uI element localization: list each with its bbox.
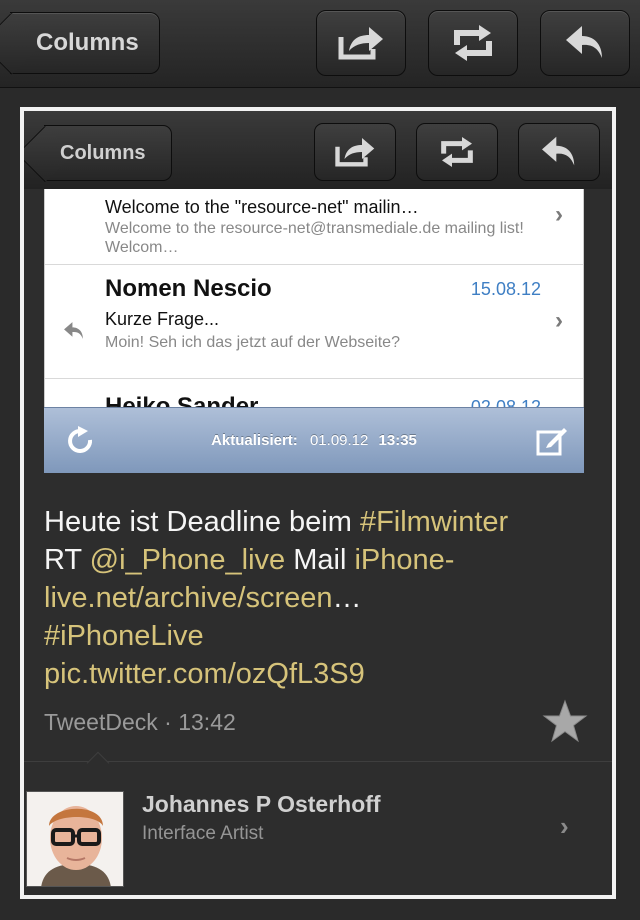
section-divider: [24, 761, 612, 762]
embedded-columns-label: Columns: [60, 141, 146, 164]
hashtag-link[interactable]: #iPhoneLive: [44, 620, 204, 652]
refresh-label: Aktualisiert:: [211, 432, 298, 449]
retweet-icon: [454, 25, 492, 61]
embedded-navigation-bar: Columns: [24, 111, 612, 189]
mail-list-item: Welcome to the "resource-net" mailin… We…: [45, 189, 583, 265]
reply-icon: [542, 136, 575, 166]
chevron-right-icon: ›: [560, 811, 569, 841]
refresh-status: Aktualisiert: 01.09.12 13:35: [44, 432, 584, 449]
chevron-right-icon: ›: [555, 307, 563, 334]
star-icon: [542, 699, 588, 743]
tweet-meta: TweetDeck · 13:42: [44, 709, 236, 736]
tweet-text-segment: RT: [44, 544, 90, 576]
embedded-columns-button: Columns: [44, 125, 172, 181]
columns-back-button[interactable]: Columns: [10, 12, 160, 74]
tweet-card: Columns Welcome to the "resource-net" ma…: [20, 107, 616, 899]
columns-back-label: Columns: [36, 29, 139, 56]
meta-separator: ·: [157, 709, 179, 735]
chevron-right-icon: ›: [555, 201, 563, 228]
mail-preview: Welcome to the resource-net@transmediale…: [105, 220, 524, 256]
mail-subject: Welcome to the "resource-net" mailin…: [105, 197, 419, 217]
tweet-text: Heute ist Deadline beim #Filmwinter RT @…: [44, 503, 604, 693]
tweet-text-segment: Mail: [285, 544, 355, 576]
image-link[interactable]: pic.twitter.com/ozQfL3S9: [44, 658, 365, 690]
tweet-text-segment: …: [332, 582, 362, 614]
reply-icon: [566, 26, 602, 58]
hashtag-link[interactable]: #Filmwinter: [360, 506, 508, 538]
embedded-mail-list: Welcome to the "resource-net" mailin… We…: [44, 189, 584, 407]
embedded-retweet-button: [416, 123, 498, 181]
favorite-button[interactable]: [542, 699, 588, 745]
author-avatar-image: [27, 792, 123, 886]
tweet-time: 13:42: [178, 709, 236, 735]
avatar: [26, 791, 124, 887]
author-title: Interface Artist: [142, 823, 264, 844]
mail-date: 15.08.12: [470, 279, 541, 299]
mail-date: 02.08.12: [470, 397, 541, 407]
share-icon: [338, 27, 383, 60]
replied-icon: [64, 322, 83, 339]
share-icon: [335, 138, 375, 167]
author-name: Johannes P Osterhoff: [142, 791, 381, 817]
mail-preview: Moin! Seh ich das jetzt auf der Webseite…: [105, 334, 400, 351]
share-button[interactable]: [316, 10, 406, 76]
author-row[interactable]: Johannes P Osterhoff Interface Artist ›: [24, 771, 612, 891]
refresh-date: 01.09.12: [309, 432, 369, 449]
mail-sender: Heiko Sander: [105, 393, 259, 407]
tweet-source: TweetDeck: [44, 709, 158, 735]
embedded-reply-button: [518, 123, 600, 181]
mail-list-item: Heiko Sander 02.08.12: [45, 379, 583, 407]
retweet-icon: [441, 137, 473, 167]
top-navigation-bar: Columns: [0, 0, 640, 88]
mail-subject: Kurze Frage...: [105, 309, 220, 329]
mail-list-item: Nomen Nescio 15.08.12 Kurze Frage... Moi…: [45, 265, 583, 379]
retweet-button[interactable]: [428, 10, 518, 76]
refresh-time: 13:35: [378, 432, 417, 449]
tweet-text-segment: Heute ist Deadline beim: [44, 506, 360, 538]
mail-sender: Nomen Nescio: [105, 275, 272, 302]
compose-icon: [536, 428, 567, 456]
embedded-refresh-toolbar: Aktualisiert: 01.09.12 13:35: [44, 407, 584, 473]
embedded-share-button: [314, 123, 396, 181]
reply-button[interactable]: [540, 10, 630, 76]
mention-link[interactable]: @i_Phone_live: [90, 544, 286, 576]
